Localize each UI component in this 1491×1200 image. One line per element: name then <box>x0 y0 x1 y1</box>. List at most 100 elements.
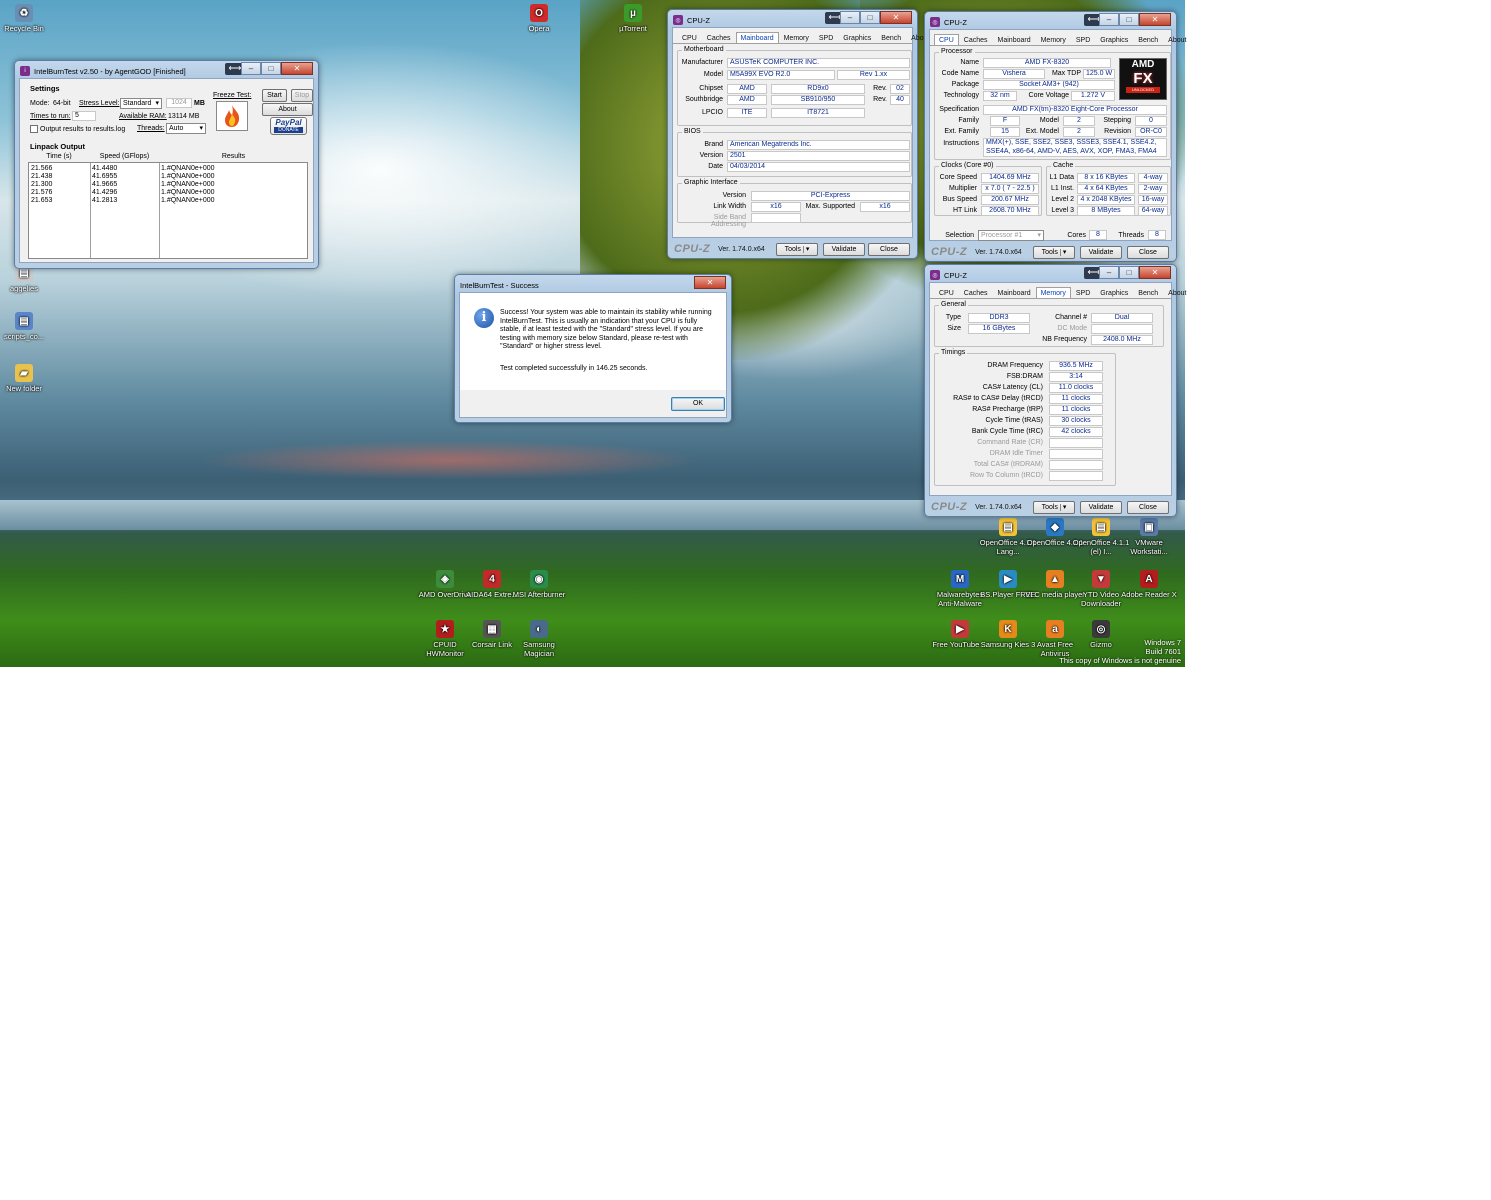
tab-bench[interactable]: Bench <box>1133 34 1163 45</box>
ok-button[interactable]: OK <box>671 397 725 411</box>
close-app-button[interactable]: Close <box>1127 501 1169 514</box>
tab-caches[interactable]: Caches <box>959 34 993 45</box>
threads-label: Threads <box>1118 232 1144 239</box>
tools-label: Tools <box>784 246 801 253</box>
bus-speed-label: Bus Speed <box>942 196 977 203</box>
tab-spd[interactable]: SPD <box>814 32 838 43</box>
tab-cpu[interactable]: CPU <box>934 34 959 45</box>
app-icon: ▣ <box>1140 518 1158 536</box>
tab-about[interactable]: About <box>1163 287 1191 298</box>
tab-caches[interactable]: Caches <box>702 32 736 43</box>
tab-bench[interactable]: Bench <box>1133 287 1163 298</box>
desktop-icon[interactable]: ▣ VMware Workstati... <box>1118 518 1180 556</box>
table-cell-speed: 41.9665 <box>92 181 118 188</box>
desktop-icon[interactable]: O Opera <box>508 4 570 33</box>
tab-cpu[interactable]: CPU <box>934 287 959 298</box>
paypal-donate-button[interactable]: PayPal DONATE <box>270 117 307 135</box>
tools-button[interactable]: Tools ▾ <box>776 243 818 256</box>
desktop-icon[interactable]: ◉ MSI Afterburner <box>508 570 570 599</box>
tab-bench[interactable]: Bench <box>876 32 906 43</box>
validate-button[interactable]: Validate <box>1080 501 1122 514</box>
tab-cpu[interactable]: CPU <box>677 32 702 43</box>
desktop-icon[interactable]: ▰ New folder <box>0 364 55 393</box>
times-to-run-field[interactable]: 5 <box>72 111 96 121</box>
tab-memory[interactable]: Memory <box>1036 34 1071 45</box>
linpack-list[interactable]: 21.566 41.4480 1.#QNAN0e+000 21.438 41.6955 1… <box>28 162 308 259</box>
close-button[interactable]: ✕ <box>1139 266 1171 279</box>
l3-ways: 64-way <box>1138 206 1168 216</box>
minimize-button[interactable]: – <box>840 11 860 24</box>
about-button[interactable]: About <box>262 103 313 116</box>
graphic-interface-group: Graphic Interface Version PCI-Express Li… <box>677 179 912 228</box>
group-label: Graphic Interface <box>682 179 740 186</box>
l1-inst-value: 4 x 64 KBytes <box>1077 184 1135 194</box>
maximize-button[interactable]: □ <box>860 11 880 24</box>
desktop-icon-label: aggelies <box>10 284 38 293</box>
output-log-checkbox[interactable] <box>30 125 38 133</box>
tools-button[interactable]: Tools ▾ <box>1033 501 1075 514</box>
tools-button[interactable]: Tools ▾ <box>1033 246 1075 259</box>
maximize-button[interactable]: □ <box>261 62 281 75</box>
table-row: 21.300 41.9665 1.#QNAN0e+000 <box>29 181 307 189</box>
dialog-close-button[interactable]: ✕ <box>694 276 726 289</box>
stress-level-select[interactable]: Standard <box>120 98 162 109</box>
tab-mainboard[interactable]: Mainboard <box>993 34 1036 45</box>
version-text: Ver. 1.74.0.x64 <box>718 245 765 253</box>
side-band-label: Side Band Addressing <box>710 214 746 228</box>
close-app-button[interactable]: Close <box>868 243 910 256</box>
table-row: 21.653 41.2813 1.#QNAN0e+000 <box>29 197 307 205</box>
southbridge-vendor: AMD <box>727 95 767 105</box>
watermark-line: Windows 7 <box>1144 638 1181 647</box>
tab-spd[interactable]: SPD <box>1071 34 1095 45</box>
desktop-icon[interactable]: ◐ Samsung Magician <box>508 620 570 658</box>
dc-mode-label: DC Mode <box>1057 325 1087 332</box>
desktop-icon[interactable]: ♻ Recycle Bin <box>0 4 55 33</box>
tab-memory[interactable]: Memory <box>779 32 814 43</box>
nb-frequency-value: 2408.0 MHz <box>1091 335 1153 345</box>
memory-unit: MB <box>194 100 205 107</box>
desktop-icon[interactable]: ▤ scripts_co... <box>0 312 55 341</box>
memory-size-field[interactable]: 1024 <box>166 98 192 108</box>
available-ram-value: 13114 MB <box>168 113 200 120</box>
amd-fx-logo: AMD FX UNLOCKED <box>1119 58 1167 100</box>
minimize-button[interactable]: – <box>1099 266 1119 279</box>
validate-button[interactable]: Validate <box>1080 246 1122 259</box>
stop-button[interactable]: Stop <box>291 89 313 102</box>
output-log-option[interactable]: Output results to results.log <box>30 125 125 133</box>
freeze-test-label: Freeze Test: <box>213 92 252 99</box>
flame-icon[interactable] <box>216 101 248 131</box>
desktop-icon[interactable]: A Adobe Reader X <box>1118 570 1180 599</box>
timing-value: 42 clocks <box>1049 427 1103 437</box>
tab-graphics[interactable]: Graphics <box>838 32 876 43</box>
tab-graphics[interactable]: Graphics <box>1095 34 1133 45</box>
close-button[interactable]: ✕ <box>1139 13 1171 26</box>
processor-select[interactable]: Processor #1 <box>978 230 1044 241</box>
maximize-button[interactable]: □ <box>1119 13 1139 26</box>
ext-family-label: Ext. Family <box>944 128 979 135</box>
tab-mainboard[interactable]: Mainboard <box>993 287 1036 298</box>
close-button[interactable]: ✕ <box>281 62 313 75</box>
cpuz-logo: CPU-Z <box>931 501 968 513</box>
app-icon: a <box>1046 620 1064 638</box>
tab-graphics[interactable]: Graphics <box>1095 287 1133 298</box>
tab-bar: CPU Caches Mainboard Memory SPD Graphics Bench… <box>673 28 929 44</box>
paypal-logo: PayPal <box>275 118 302 127</box>
tab-about[interactable]: About <box>1163 34 1191 45</box>
start-button[interactable]: Start <box>262 89 287 102</box>
tab-spd[interactable]: SPD <box>1071 287 1095 298</box>
validate-button[interactable]: Validate <box>823 243 865 256</box>
table-cell-result: 1.#QNAN0e+000 <box>161 173 215 180</box>
close-button[interactable]: ✕ <box>880 11 912 24</box>
tab-memory[interactable]: Memory <box>1035 287 1071 298</box>
timing-value: 3:14 <box>1049 372 1103 382</box>
lpcio-model: IT8721 <box>771 108 865 118</box>
close-app-button[interactable]: Close <box>1127 246 1169 259</box>
desktop-icon[interactable]: µ µTorrent <box>602 4 664 33</box>
minimize-button[interactable]: – <box>1099 13 1119 26</box>
maximize-button[interactable]: □ <box>1119 266 1139 279</box>
tab-mainboard[interactable]: Mainboard <box>735 32 779 43</box>
tab-caches[interactable]: Caches <box>959 287 993 298</box>
minimize-button[interactable]: – <box>241 62 261 75</box>
threads-select[interactable]: Auto <box>166 123 206 134</box>
southbridge-rev-value: 40 <box>890 95 910 105</box>
